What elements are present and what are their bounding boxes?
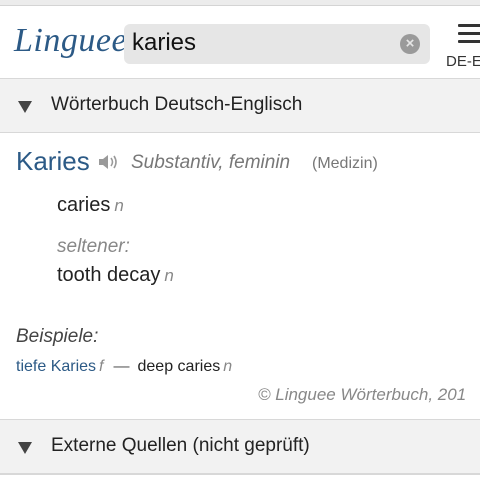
example-source[interactable]: tiefe Karies (16, 358, 96, 375)
app-screen: Linguee karies × DE-E Wörterbuch Deutsch… (0, 0, 480, 480)
example-target: deep caries (137, 358, 221, 375)
copyright-note: © Linguee Wörterbuch, 201 (258, 385, 467, 404)
example-item[interactable]: tiefe Karies f — deep caries n (16, 358, 232, 376)
collapse-triangle-icon[interactable] (18, 442, 32, 454)
speaker-icon[interactable] (97, 152, 121, 172)
dictionary-section-header[interactable]: Wörterbuch Deutsch-Englisch (0, 78, 480, 133)
search-query[interactable]: karies (132, 29, 196, 57)
translation-text[interactable]: tooth decay (57, 264, 160, 286)
gender-label: n (164, 266, 174, 285)
external-sources-section-header[interactable]: Externe Quellen (nicht geprüft) (0, 419, 480, 474)
divider (0, 474, 480, 475)
examples-heading: Beispiele: (16, 326, 99, 347)
search-input[interactable]: karies × (124, 24, 430, 64)
translation-item[interactable]: caries n (57, 194, 124, 217)
subject-domain: (Medizin) (312, 155, 378, 172)
collapse-triangle-icon[interactable] (18, 101, 32, 113)
headword[interactable]: Karies (16, 146, 90, 177)
translation-item[interactable]: tooth decay n (57, 264, 174, 287)
external-sources-title: Externe Quellen (nicht geprüft) (51, 435, 310, 456)
header-bar: Linguee karies × DE-E (0, 6, 480, 79)
clear-search-icon[interactable]: × (400, 34, 420, 54)
example-source-gender: f (99, 358, 104, 375)
linguee-logo[interactable]: Linguee (14, 22, 127, 60)
rarity-label: seltener: (57, 236, 130, 257)
menu-button[interactable]: DE-E (446, 22, 480, 72)
dictionary-section-title: Wörterbuch Deutsch-Englisch (51, 94, 303, 115)
hamburger-menu-icon[interactable] (458, 24, 480, 48)
language-pair-label[interactable]: DE-E (446, 53, 480, 70)
translation-text[interactable]: caries (57, 194, 110, 216)
example-dash: — (113, 358, 130, 375)
gender-label: n (114, 196, 124, 215)
part-of-speech: Substantiv, feminin (131, 152, 291, 173)
example-target-gender: n (223, 358, 233, 375)
